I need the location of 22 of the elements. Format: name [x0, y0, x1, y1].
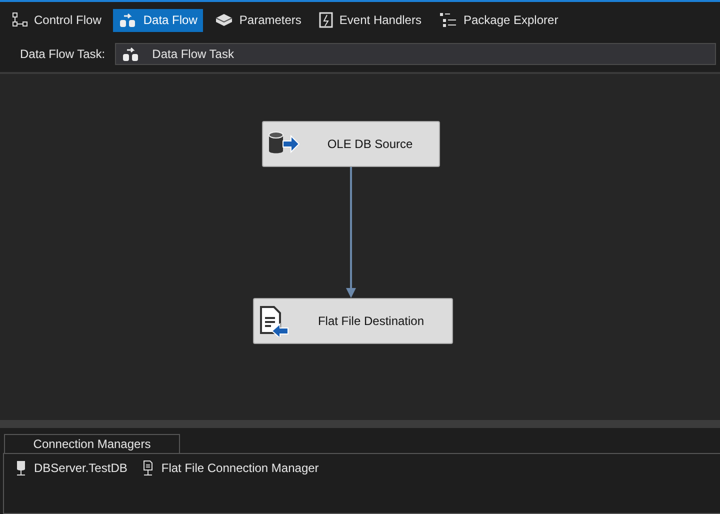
box-icon [215, 13, 234, 27]
task-label: Data Flow Task: [20, 47, 106, 61]
designer-tab[interactable]: Parameters [209, 8, 308, 32]
tree-list-icon [439, 12, 458, 28]
component-node[interactable]: Flat File Destination [253, 298, 453, 344]
flow-diagram-icon [12, 12, 28, 28]
component-node[interactable]: OLE DB Source [262, 121, 440, 167]
data-flow-icon [122, 46, 140, 62]
connection-manager-item[interactable]: Flat File Connection Manager [161, 461, 319, 475]
designer-tab[interactable]: Data Flow [113, 8, 204, 32]
database-connection-icon [16, 460, 26, 476]
file-destination-icon [258, 305, 290, 337]
designer-tab[interactable]: Control Flow [6, 8, 108, 32]
event-icon [319, 12, 334, 28]
designer-tab[interactable]: Package Explorer [433, 8, 564, 32]
connection-manager-item[interactable]: DBServer.TestDB [34, 461, 128, 475]
splitter-bar[interactable] [0, 420, 720, 428]
connection-managers-tab[interactable]: Connection Managers [4, 434, 180, 453]
designer-tab[interactable]: Event Handlers [313, 8, 428, 32]
task-dropdown[interactable]: Data Flow Task [115, 43, 716, 65]
file-connection-icon [143, 460, 154, 476]
data-flow-icon [119, 12, 138, 28]
